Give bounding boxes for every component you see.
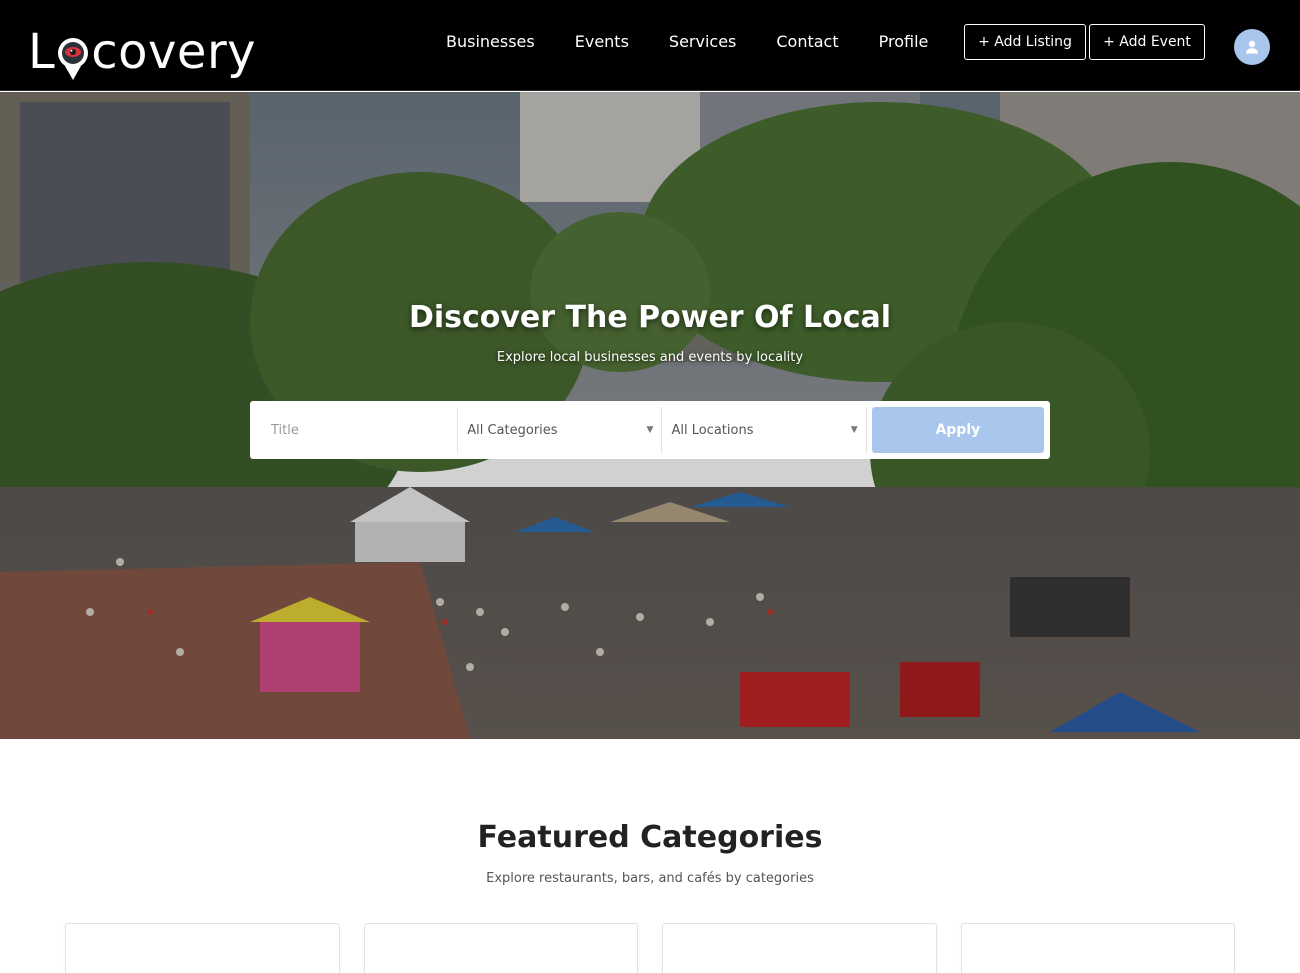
user-avatar-button[interactable] (1234, 29, 1270, 65)
add-event-button[interactable]: + Add Event (1089, 24, 1205, 60)
hero-title: Discover The Power Of Local (408, 300, 892, 335)
featured-categories-subtitle: Explore restaurants, bars, and cafés by … (486, 871, 814, 886)
title-search-input[interactable] (256, 407, 459, 453)
featured-categories-title: Featured Categories (477, 820, 823, 855)
apply-button[interactable]: Apply (871, 407, 1044, 453)
map-pin-eye-icon (58, 38, 89, 80)
logo-letters-covery: covery (91, 24, 257, 80)
hero-subtitle: Explore local businesses and events by l… (496, 350, 804, 365)
caret-down-icon: ▼ (850, 425, 858, 435)
nav-services[interactable]: Services (649, 28, 756, 56)
top-navbar: L covery Businesses Events Services Cont… (0, 0, 1300, 91)
logo-letter-l: L (28, 24, 56, 80)
nav-businesses[interactable]: Businesses (426, 28, 555, 56)
category-card[interactable] (364, 923, 638, 973)
hero-section: Discover The Power Of Local Explore loca… (0, 92, 1300, 739)
main-nav: Businesses Events Services Contact Profi… (426, 28, 948, 56)
location-select[interactable]: All Locations ▼ (662, 407, 867, 453)
category-card[interactable] (65, 923, 340, 973)
category-select[interactable]: All Categories ▼ (458, 407, 663, 453)
category-card[interactable] (961, 923, 1235, 973)
site-logo[interactable]: L covery (28, 14, 257, 80)
category-card[interactable] (662, 923, 937, 973)
caret-down-icon: ▼ (646, 425, 654, 435)
category-select-value: All Categories (467, 422, 558, 438)
add-listing-button[interactable]: + Add Listing (964, 24, 1086, 60)
nav-events[interactable]: Events (555, 28, 649, 56)
user-icon (1246, 40, 1258, 54)
nav-profile[interactable]: Profile (859, 28, 949, 56)
location-select-value: All Locations (671, 422, 754, 438)
search-form: All Categories ▼ All Locations ▼ Apply (250, 401, 1050, 459)
nav-contact[interactable]: Contact (756, 28, 858, 56)
